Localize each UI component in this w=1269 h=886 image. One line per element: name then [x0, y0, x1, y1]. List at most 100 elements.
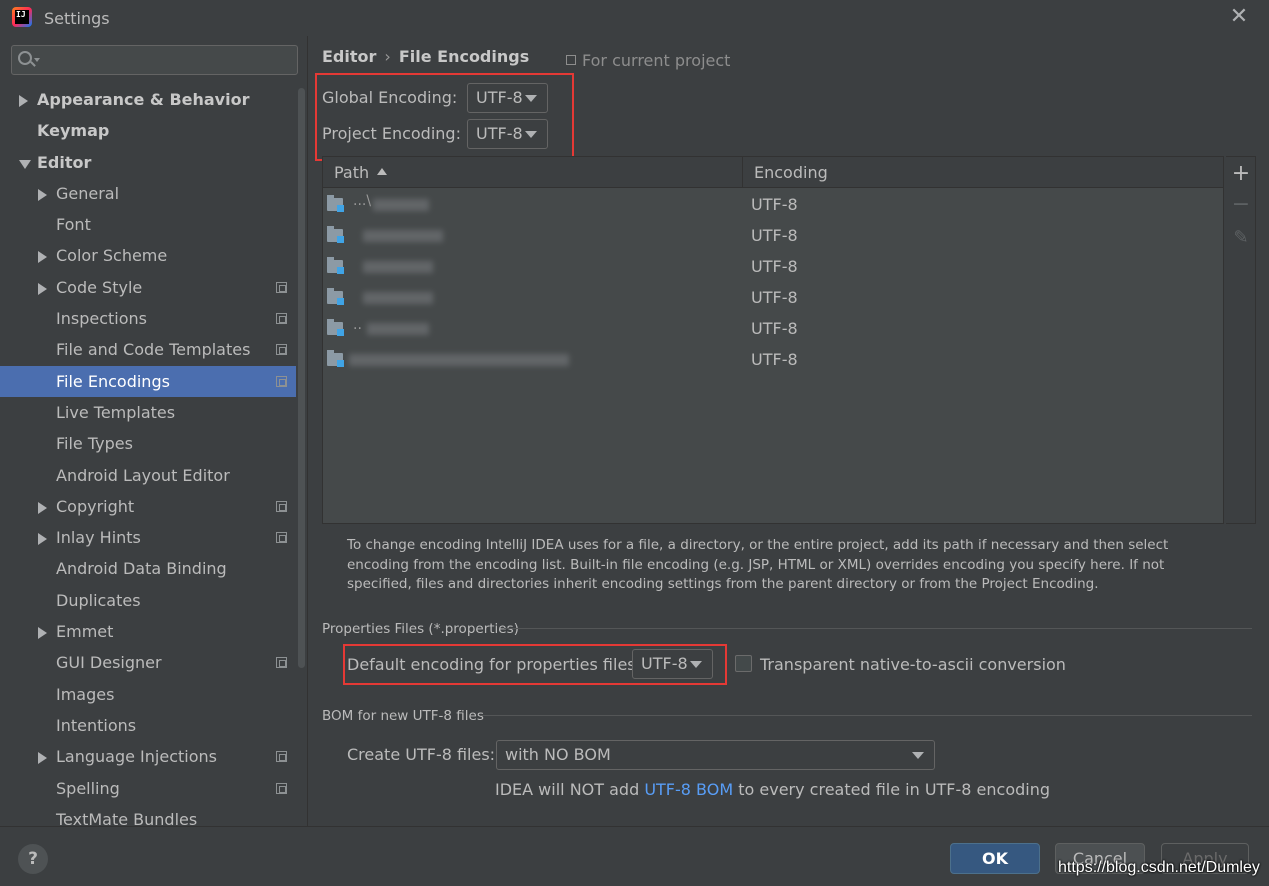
- sort-ascending-icon: [377, 168, 388, 175]
- sidebar-item-language-injections[interactable]: Language Injections: [0, 741, 296, 772]
- transparent-conversion-label[interactable]: Transparent native-to-ascii conversion: [760, 655, 1066, 674]
- folder-icon: [327, 319, 344, 336]
- global-encoding-select[interactable]: UTF-8: [467, 83, 548, 113]
- breadcrumb: Editor › File Encodings: [322, 47, 529, 66]
- bom-select[interactable]: with NO BOM: [496, 740, 935, 770]
- utf8-bom-link[interactable]: UTF-8 BOM: [644, 780, 733, 799]
- table-row[interactable]: UTF-8: [323, 282, 1223, 313]
- sidebar-item-general[interactable]: General: [0, 178, 296, 209]
- collapsed-arrow-icon[interactable]: [38, 533, 47, 546]
- bom-select-value: with NO BOM: [505, 745, 611, 764]
- path-column-header[interactable]: Path: [334, 157, 388, 188]
- sidebar-item-label: Images: [56, 684, 115, 704]
- folder-icon: [327, 288, 344, 305]
- chevron-down-icon: [912, 752, 924, 759]
- watermark: https://blog.csdn.net/Dumley: [1058, 859, 1260, 876]
- create-utf8-label: Create UTF-8 files:: [347, 745, 496, 764]
- bom-note-prefix: IDEA will NOT add: [495, 780, 645, 799]
- project-encoding-value: UTF-8: [476, 124, 523, 143]
- table-header: Path Encoding: [323, 157, 1223, 188]
- properties-encoding-select[interactable]: UTF-8: [632, 649, 713, 679]
- column-divider[interactable]: [742, 157, 743, 188]
- encoding-cell[interactable]: UTF-8: [751, 313, 798, 344]
- sidebar-item-keymap[interactable]: Keymap: [0, 115, 296, 146]
- sidebar-item-code-style[interactable]: Code Style: [0, 272, 296, 303]
- intellij-app-icon: IJ: [12, 7, 32, 27]
- collapsed-arrow-icon[interactable]: [38, 251, 47, 264]
- table-row[interactable]: UTF-8: [323, 220, 1223, 251]
- redacted-path: [363, 230, 443, 242]
- table-row[interactable]: ...\ UTF-8: [323, 189, 1223, 220]
- project-encoding-select[interactable]: UTF-8: [467, 119, 548, 149]
- encoding-cell[interactable]: UTF-8: [751, 220, 798, 251]
- encoding-cell[interactable]: UTF-8: [751, 282, 798, 313]
- bom-section-title: BOM for new UTF-8 files: [322, 708, 484, 724]
- expanded-arrow-icon[interactable]: [19, 159, 31, 169]
- current-project-note: For current project: [566, 51, 730, 70]
- folder-icon: [327, 226, 344, 243]
- help-icon[interactable]: ?: [18, 844, 48, 874]
- chevron-down-icon: [525, 95, 537, 102]
- edit-icon[interactable]: ✎: [1226, 223, 1256, 253]
- sidebar-item-file-types[interactable]: File Types: [0, 428, 296, 459]
- sidebar-item-android-data-binding[interactable]: Android Data Binding: [0, 553, 296, 584]
- table-toolbar: + − ✎: [1226, 156, 1256, 524]
- dialog-footer: ? OK Cancel Apply https://blog.csdn.net/…: [0, 826, 1269, 886]
- sidebar-item-spelling[interactable]: Spelling: [0, 773, 296, 804]
- sidebar-item-file-and-code-templates[interactable]: File and Code Templates: [0, 334, 296, 365]
- sidebar-item-emmet[interactable]: Emmet: [0, 616, 296, 647]
- encoding-column-header[interactable]: Encoding: [754, 157, 828, 188]
- sidebar-item-duplicates[interactable]: Duplicates: [0, 585, 296, 616]
- encoding-cell[interactable]: UTF-8: [751, 251, 798, 282]
- project-scope-icon: [276, 500, 287, 512]
- encoding-cell[interactable]: UTF-8: [751, 344, 798, 375]
- search-input[interactable]: [11, 45, 298, 75]
- sidebar-item-gui-designer[interactable]: GUI Designer: [0, 647, 296, 678]
- sidebar-item-inspections[interactable]: Inspections: [0, 303, 296, 334]
- sidebar-item-images[interactable]: Images: [0, 679, 296, 710]
- sidebar-item-intentions[interactable]: Intentions: [0, 710, 296, 741]
- table-row[interactable]: .. UTF-8: [323, 313, 1223, 344]
- title-bar: IJ Settings ✕: [0, 0, 1269, 36]
- sidebar-item-label: File Types: [56, 434, 133, 454]
- project-scope-icon: [276, 751, 287, 763]
- sidebar-item-editor[interactable]: Editor: [0, 147, 296, 178]
- collapsed-arrow-icon[interactable]: [38, 501, 47, 514]
- sidebar-item-label: Duplicates: [56, 590, 141, 610]
- encoding-cell[interactable]: UTF-8: [751, 189, 798, 220]
- collapsed-arrow-icon[interactable]: [38, 282, 47, 295]
- sidebar-item-label: Editor: [37, 152, 92, 172]
- sidebar-scrollbar[interactable]: [298, 88, 305, 668]
- properties-section-title: Properties Files (*.properties): [322, 621, 519, 637]
- sidebar-item-file-encodings[interactable]: File Encodings: [0, 365, 296, 397]
- add-icon[interactable]: +: [1226, 159, 1256, 189]
- table-row[interactable]: UTF-8: [323, 251, 1223, 282]
- collapsed-arrow-icon[interactable]: [38, 752, 47, 765]
- project-scope-icon: [566, 55, 576, 65]
- sidebar-item-android-layout-editor[interactable]: Android Layout Editor: [0, 460, 296, 491]
- ok-button[interactable]: OK: [950, 843, 1040, 874]
- sidebar-item-inlay-hints[interactable]: Inlay Hints: [0, 522, 296, 553]
- breadcrumb-parent[interactable]: Editor: [322, 47, 376, 66]
- close-icon[interactable]: ✕: [1228, 6, 1250, 28]
- sidebar-item-label: Code Style: [56, 277, 143, 297]
- remove-icon[interactable]: −: [1226, 190, 1256, 220]
- search-options-dropdown-icon[interactable]: [34, 58, 40, 62]
- settings-content: Editor › File Encodings For current projec…: [308, 36, 1269, 826]
- collapsed-arrow-icon[interactable]: [19, 95, 28, 107]
- folder-icon: [327, 350, 344, 367]
- collapsed-arrow-icon[interactable]: [38, 627, 47, 640]
- bom-section-divider: [480, 715, 1252, 716]
- project-scope-icon: [276, 281, 287, 293]
- sidebar-item-font[interactable]: Font: [0, 209, 296, 240]
- sidebar-item-live-templates[interactable]: Live Templates: [0, 397, 296, 428]
- sidebar-item-label: Font: [56, 215, 91, 235]
- folder-icon: [327, 257, 344, 274]
- path-cell: ..: [353, 317, 362, 333]
- transparent-conversion-checkbox[interactable]: [735, 655, 752, 672]
- table-row[interactable]: UTF-8: [323, 344, 1223, 375]
- collapsed-arrow-icon[interactable]: [38, 188, 47, 201]
- sidebar-item-color-scheme[interactable]: Color Scheme: [0, 240, 296, 271]
- sidebar-item-appearance-behavior[interactable]: Appearance & Behavior: [0, 84, 296, 115]
- sidebar-item-copyright[interactable]: Copyright: [0, 491, 296, 522]
